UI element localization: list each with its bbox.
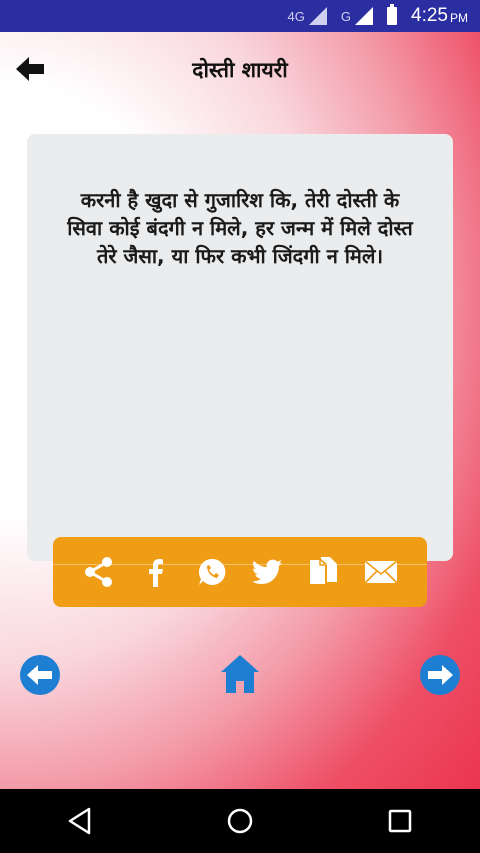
whatsapp-icon bbox=[198, 558, 226, 585]
email-icon bbox=[364, 560, 398, 584]
circle-home-icon bbox=[227, 808, 253, 834]
email-button[interactable] bbox=[363, 554, 399, 590]
arrow-left-circle-icon bbox=[20, 655, 60, 695]
facebook-icon bbox=[149, 559, 164, 587]
clock-ampm: PM bbox=[450, 10, 468, 25]
home-icon bbox=[221, 655, 259, 693]
quote-text: करनी है खुदा से गुजारिश कि, तेरी दोस्ती … bbox=[67, 188, 413, 268]
battery-icon bbox=[387, 4, 398, 25]
network-g-label: G bbox=[340, 8, 352, 24]
share-button[interactable] bbox=[81, 554, 117, 590]
signal-icon-2 bbox=[355, 7, 374, 25]
status-bar: 4G G 4:25 PM bbox=[0, 0, 480, 32]
copy-icon bbox=[310, 557, 338, 584]
network-4g-label: 4G bbox=[287, 8, 305, 24]
twitter-icon bbox=[253, 559, 283, 584]
quote-card: करनी है खुदा से गुजारिश कि, तेरी दोस्ती … bbox=[27, 134, 453, 561]
triangle-back-icon bbox=[68, 807, 91, 835]
whatsapp-button[interactable] bbox=[194, 554, 230, 590]
previous-button[interactable] bbox=[19, 654, 61, 696]
home-button[interactable] bbox=[219, 652, 261, 696]
copy-button[interactable] bbox=[306, 554, 342, 590]
facebook-button[interactable] bbox=[137, 554, 173, 590]
share-icon bbox=[85, 557, 113, 587]
app-bar: दोस्ती शायरी bbox=[0, 32, 480, 104]
system-recents-button[interactable] bbox=[380, 801, 420, 841]
share-bar bbox=[53, 537, 427, 607]
system-back-button[interactable] bbox=[60, 801, 100, 841]
arrow-right-circle-icon bbox=[420, 655, 460, 695]
system-nav-bar bbox=[0, 789, 480, 853]
page-title: दोस्ती शायरी bbox=[192, 58, 288, 82]
twitter-button[interactable] bbox=[250, 554, 286, 590]
square-recents-icon bbox=[388, 809, 412, 833]
next-button[interactable] bbox=[419, 654, 461, 696]
clock-time: 4:25 bbox=[411, 5, 448, 26]
signal-icon bbox=[308, 7, 327, 25]
system-home-button[interactable] bbox=[220, 801, 260, 841]
